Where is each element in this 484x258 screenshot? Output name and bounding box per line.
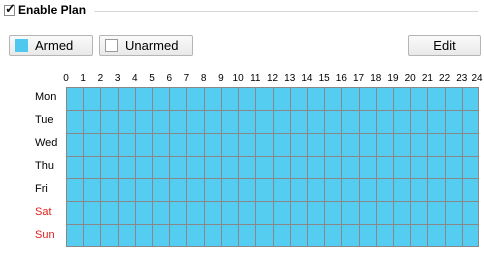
hour-label-14: 14 (301, 73, 313, 84)
unarmed-label: Unarmed (125, 38, 179, 53)
hour-label-7: 7 (183, 73, 190, 84)
day-label-tue: Tue (35, 114, 54, 127)
edit-label: Edit (433, 38, 456, 53)
hour-label-2: 2 (97, 73, 104, 84)
hour-label-0: 0 (63, 73, 69, 84)
hour-label-18: 18 (370, 73, 382, 84)
unarmed-legend-button[interactable]: Unarmed (99, 35, 193, 56)
section-divider (94, 11, 478, 12)
hour-label-19: 19 (387, 73, 399, 84)
hour-label-22: 22 (439, 73, 451, 84)
day-label-fri: Fri (35, 182, 48, 195)
check-icon: ✓ (5, 0, 16, 16)
enable-plan-checkbox[interactable]: ✓ Enable Plan (4, 0, 87, 17)
day-label-sat: Sat (35, 205, 52, 218)
hour-label-8: 8 (200, 73, 207, 84)
enable-plan-label: Enable Plan (18, 3, 87, 17)
checkbox-box[interactable]: ✓ (4, 0, 16, 16)
hour-label-9: 9 (218, 73, 224, 84)
hour-label-24: 24 (471, 73, 483, 84)
hour-label-15: 15 (318, 73, 330, 84)
edit-button[interactable]: Edit (408, 35, 481, 56)
hour-label-3: 3 (114, 73, 121, 84)
hour-label-11: 11 (250, 73, 261, 84)
hour-label-4: 4 (132, 73, 138, 84)
armed-label: Armed (35, 38, 74, 53)
hour-label-1: 1 (80, 73, 86, 84)
hour-label-17: 17 (352, 73, 365, 84)
hour-label-21: 21 (421, 73, 433, 84)
grid-frame (66, 87, 479, 247)
day-label-mon: Mon (35, 91, 57, 104)
day-label-thu: Thu (35, 160, 54, 172)
day-label-wed: Wed (35, 137, 58, 150)
hour-label-6: 6 (166, 73, 173, 84)
hour-label-13: 13 (284, 73, 296, 84)
schedule-grid[interactable] (66, 87, 479, 247)
armed-swatch (15, 39, 28, 52)
armed-legend-button[interactable]: Armed (9, 35, 93, 56)
hour-label-20: 20 (404, 73, 416, 84)
hour-label-23: 23 (456, 73, 468, 84)
hour-label-5: 5 (149, 73, 155, 84)
hour-label-16: 16 (335, 73, 347, 84)
hour-label-10: 10 (232, 73, 244, 84)
unarmed-swatch (105, 39, 118, 52)
day-label-sun: Sun (35, 228, 55, 241)
hour-label-12: 12 (266, 73, 279, 84)
